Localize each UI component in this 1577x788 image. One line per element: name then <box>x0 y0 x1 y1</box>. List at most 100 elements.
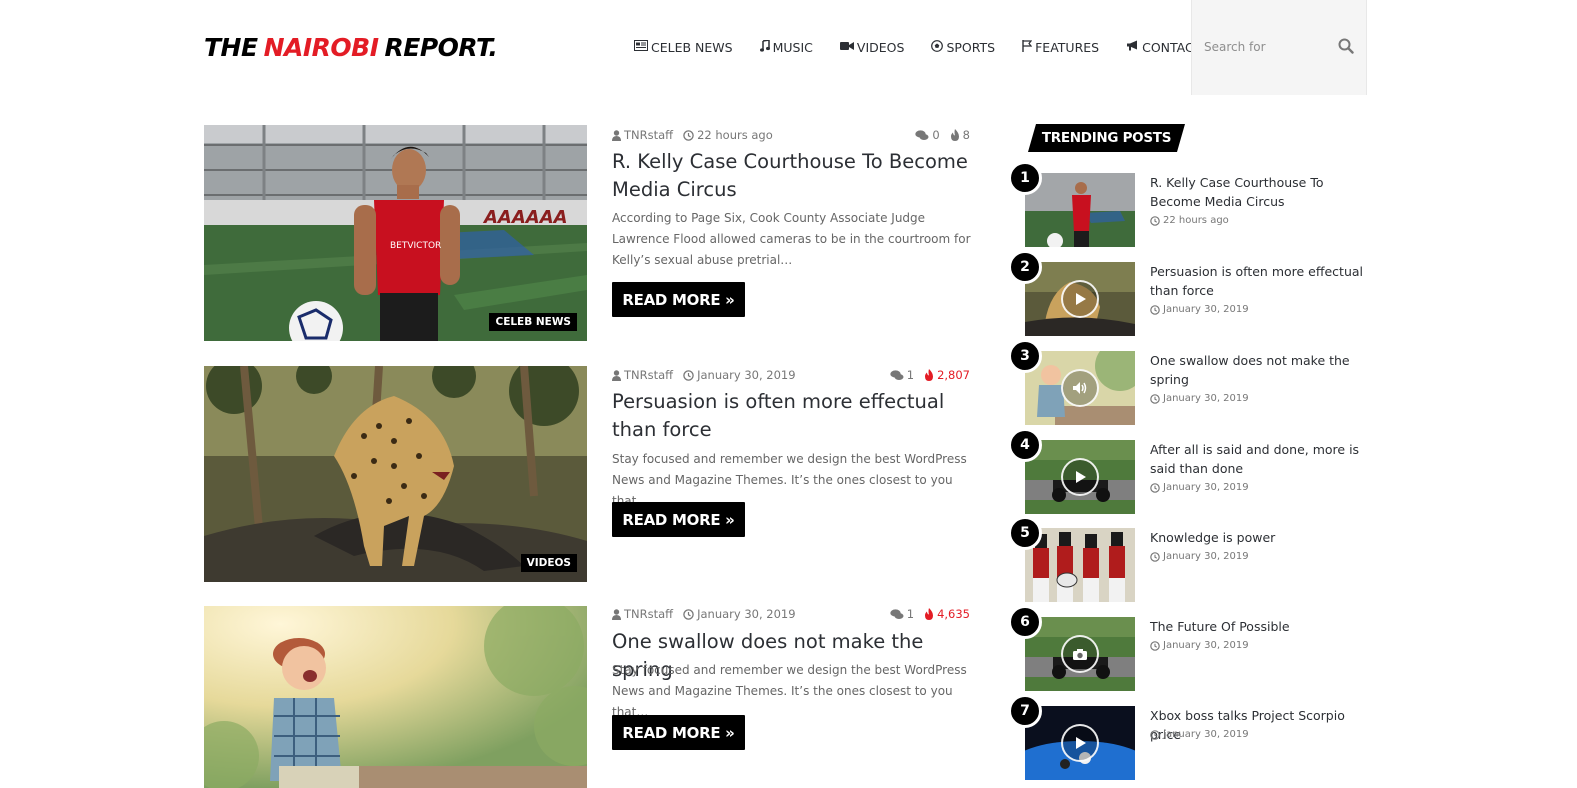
trending-title[interactable]: One swallow does not make the spring <box>1150 351 1372 389</box>
flame-icon <box>925 369 934 381</box>
clock-icon <box>1150 729 1160 740</box>
nav-label: VIDEOS <box>856 39 905 55</box>
trending-rank: 1 <box>1008 161 1042 195</box>
trending-thumbnail[interactable] <box>1025 440 1135 514</box>
main-nav: CELEB NEWS MUSIC VIDEOS SPORTS FEATURES … <box>634 37 1209 57</box>
post-comments-count[interactable]: 1 <box>890 607 914 621</box>
music-note-icon <box>759 38 770 55</box>
volume-icon[interactable] <box>1061 369 1099 407</box>
search-input[interactable] <box>1204 37 1334 57</box>
post-meta: TNRstaff January 30, 2019 1 4,635 <box>612 606 970 622</box>
post-excerpt: Stay focused and remember we design the … <box>612 663 967 719</box>
trending-date: January 30, 2019 <box>1150 393 1249 404</box>
trending-item: 5 Knowledge is power January 30, 2019 <box>1008 516 1372 606</box>
post-meta: TNRstaff January 30, 2019 1 2,807 <box>612 367 970 383</box>
megaphone-icon <box>1126 40 1139 54</box>
logo-word-nairobi: NAIROBI <box>263 32 379 62</box>
trending-item: 4 After all is said and done, more is sa… <box>1008 428 1372 518</box>
trending-title[interactable]: The Future Of Possible <box>1150 617 1372 636</box>
nav-item-videos[interactable]: VIDEOS <box>839 39 905 55</box>
clock-icon <box>1150 215 1160 226</box>
trending-posts-heading: TRENDING POSTS <box>1028 124 1185 152</box>
trending-item: 6 The Future Of Possible January 30, 201… <box>1008 605 1372 695</box>
comments-icon <box>890 608 904 619</box>
post-thumbnail[interactable] <box>204 606 587 788</box>
post-title[interactable]: Persuasion is often more effectual than … <box>612 388 972 444</box>
trending-thumbnail[interactable] <box>1025 173 1135 247</box>
play-icon[interactable] <box>1061 280 1099 318</box>
trending-thumbnail[interactable] <box>1025 528 1135 602</box>
post-comments-count[interactable]: 0 <box>915 128 940 142</box>
post-author[interactable]: TNRstaff <box>612 128 673 142</box>
post-date: January 30, 2019 <box>683 607 796 621</box>
post-views-count: 4,635 <box>924 607 970 621</box>
trending-date: January 30, 2019 <box>1150 640 1249 651</box>
trending-rank: 7 <box>1008 694 1042 728</box>
flag-icon <box>1022 39 1033 55</box>
post-meta: TNRstaff 22 hours ago 0 8 <box>612 127 970 143</box>
nav-item-features[interactable]: FEATURES <box>1022 39 1100 55</box>
logo-word-report: REPORT. <box>384 32 498 62</box>
soccer-ball-icon <box>931 39 944 55</box>
play-icon[interactable] <box>1061 458 1099 496</box>
post-thumbnail[interactable]: VIDEOS <box>204 366 587 582</box>
user-icon <box>612 369 621 381</box>
clock-icon <box>683 129 694 141</box>
nav-item-celeb-news[interactable]: CELEB NEWS <box>634 40 733 55</box>
clock-icon <box>1150 393 1160 404</box>
trending-rank: 2 <box>1008 250 1042 284</box>
comments-icon <box>890 369 904 380</box>
search-icon[interactable] <box>1338 38 1356 56</box>
trending-rank: 3 <box>1008 339 1042 373</box>
read-more-button[interactable]: READ MORE » <box>612 502 745 537</box>
trending-date: January 30, 2019 <box>1150 729 1249 740</box>
clock-icon <box>683 608 694 620</box>
newspaper-icon <box>634 40 648 54</box>
trending-item: 3 One swallow does not make the spring J… <box>1008 339 1372 429</box>
trending-rank: 4 <box>1008 428 1042 462</box>
trending-thumbnail[interactable] <box>1025 706 1135 780</box>
post-title[interactable]: R. Kelly Case Courthouse To Become Media… <box>612 148 972 204</box>
trending-thumbnail[interactable] <box>1025 262 1135 336</box>
trending-title[interactable]: Knowledge is power <box>1150 528 1372 547</box>
post-image-laughing-child <box>204 606 587 788</box>
post-comments-count[interactable]: 1 <box>890 368 914 382</box>
nav-label: FEATURES <box>1035 39 1100 55</box>
trending-thumbnail[interactable] <box>1025 351 1135 425</box>
site-logo[interactable]: THE NAIROBI REPORT. <box>204 32 498 62</box>
trending-rank: 6 <box>1008 605 1042 639</box>
camera-icon[interactable] <box>1061 635 1099 673</box>
nav-label: CELEB NEWS <box>651 39 733 55</box>
clock-icon <box>683 369 694 381</box>
flame-icon <box>950 129 959 141</box>
category-badge[interactable]: CELEB NEWS <box>489 313 577 331</box>
post-excerpt: According to Page Six, Cook County Assoc… <box>612 211 971 267</box>
trending-thumbnail[interactable] <box>1025 617 1135 691</box>
nav-item-sports[interactable]: SPORTS <box>931 40 995 55</box>
post-thumbnail[interactable]: AAAAAA BETVICTOR CELEB NEWS <box>204 125 587 341</box>
nav-label: MUSIC <box>772 39 813 55</box>
trending-rank: 5 <box>1008 516 1042 550</box>
trending-title[interactable]: After all is said and done, more is said… <box>1150 440 1372 478</box>
post-author[interactable]: TNRstaff <box>612 607 673 621</box>
flame-icon <box>925 608 934 620</box>
logo-word-the: THE <box>204 32 258 62</box>
trending-title[interactable]: R. Kelly Case Courthouse To Become Media… <box>1150 173 1372 211</box>
nav-label: SPORTS <box>946 39 996 55</box>
svg-text:BETVICTOR: BETVICTOR <box>390 241 441 251</box>
post-image-leopard <box>204 366 587 582</box>
search-box <box>1191 0 1367 95</box>
video-camera-icon <box>839 41 854 54</box>
trending-date: January 30, 2019 <box>1150 304 1249 315</box>
play-icon[interactable] <box>1061 724 1099 762</box>
trending-title[interactable]: Persuasion is often more effectual than … <box>1150 262 1372 300</box>
svg-text:AAAAAA: AAAAAA <box>482 207 568 228</box>
read-more-button[interactable]: READ MORE » <box>612 715 745 750</box>
category-badge[interactable]: VIDEOS <box>520 554 577 572</box>
nav-item-music[interactable]: MUSIC <box>759 38 813 55</box>
post-date: January 30, 2019 <box>683 368 796 382</box>
clock-icon <box>1150 482 1160 493</box>
user-icon <box>612 129 621 141</box>
post-author[interactable]: TNRstaff <box>612 368 673 382</box>
read-more-button[interactable]: READ MORE » <box>612 282 745 317</box>
